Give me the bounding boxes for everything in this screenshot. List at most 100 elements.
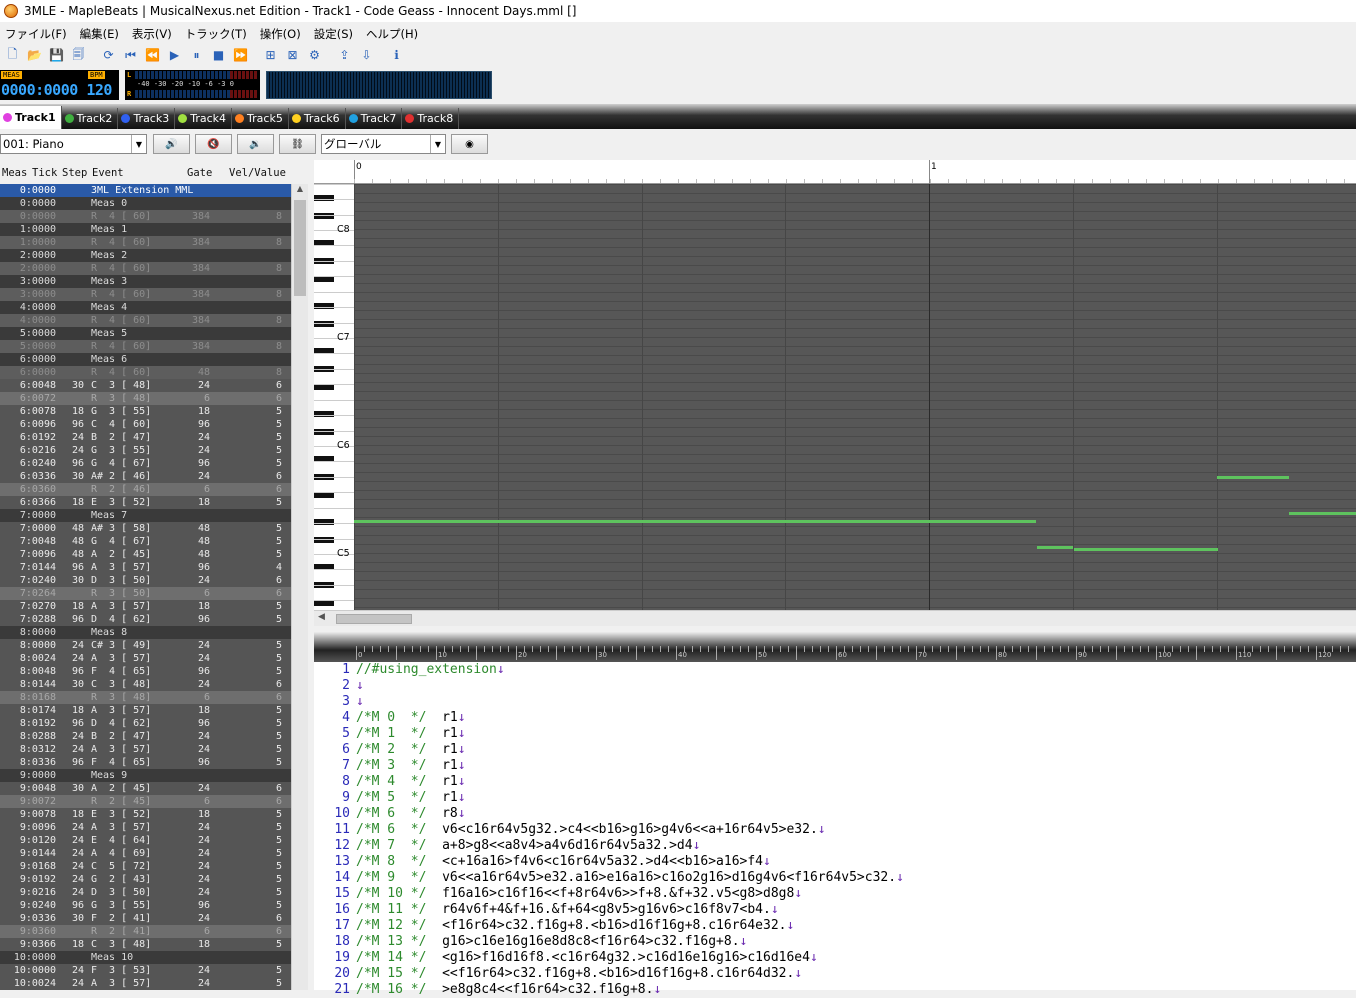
note-bar[interactable] — [354, 520, 1036, 523]
event-row[interactable]: 8:0000 Meas 8 — [0, 626, 291, 639]
event-row[interactable]: 6:0000 Meas 6 — [0, 353, 291, 366]
mml-editor[interactable]: 0 10 20 30 40 50 60 70 80 90 100 110 120 1 //#using_e… — [314, 632, 1356, 997]
event-row[interactable]: 3:0000 Meas 3 — [0, 275, 291, 288]
code-line[interactable]: 9 /*M 5 */ r1↓ — [314, 790, 1356, 806]
rewind-icon[interactable]: ⏪ — [143, 46, 162, 65]
menu-item-4[interactable]: 操作(O) — [255, 26, 309, 42]
mml-export-icon[interactable]: ⇪ — [335, 46, 354, 65]
menu-item-1[interactable]: 編集(E) — [75, 26, 127, 42]
code-line[interactable]: 12 /*M 7 */ a+8>g8<<a8v4>a4v6d16r64v5a32.… — [314, 838, 1356, 854]
code-line[interactable]: 21 /*M 16 */ >e8g8c4<<f16r64>c32.f16g+8.↓ — [314, 982, 1356, 998]
delete-track-icon[interactable]: ⊠ — [283, 46, 302, 65]
fast-forward-icon[interactable]: ⏩ — [231, 46, 250, 65]
event-row[interactable]: 9:0336 30 F 2 [ 41] 24 6 — [0, 912, 291, 925]
event-row[interactable]: 2:0000 Meas 2 — [0, 249, 291, 262]
piano-keyboard[interactable]: C8 C7 C6 C5 — [314, 184, 354, 610]
code-line[interactable]: 8 /*M 4 */ r1↓ — [314, 774, 1356, 790]
event-row[interactable]: 7:0096 48 A 2 [ 45] 48 5 — [0, 548, 291, 561]
event-row[interactable]: 6:0366 18 E 3 [ 52] 18 5 — [0, 496, 291, 509]
event-row[interactable]: 7:0048 48 G 4 [ 67] 48 5 — [0, 535, 291, 548]
event-row[interactable]: 9:0240 96 G 3 [ 55] 96 5 — [0, 899, 291, 912]
measure-ruler[interactable]: 01 — [314, 160, 1356, 184]
event-row[interactable]: 6:0216 24 G 3 [ 55] 24 5 — [0, 444, 291, 457]
event-row[interactable]: 8:0288 24 B 2 [ 47] 24 5 — [0, 730, 291, 743]
event-row[interactable]: 6:0336 30 A# 2 [ 46] 24 6 — [0, 470, 291, 483]
event-row[interactable]: 7:0000 48 A# 3 [ 58] 48 5 — [0, 522, 291, 535]
event-row[interactable]: 8:0024 24 A 3 [ 57] 24 5 — [0, 652, 291, 665]
event-row[interactable]: 8:0000 24 C# 3 [ 49] 24 5 — [0, 639, 291, 652]
code-line[interactable]: 18 /*M 13 */ g16>c16e16g16e8d8c8<f16r64>c… — [314, 934, 1356, 950]
code-line[interactable]: 13 /*M 8 */ <c+16a16>f4v6<c16r64v5a32.>d4… — [314, 854, 1356, 870]
event-row[interactable]: 7:0288 96 D 4 [ 62] 96 5 — [0, 613, 291, 626]
code-line[interactable]: 4 /*M 0 */ r1↓ — [314, 710, 1356, 726]
event-row[interactable]: 6:0078 18 G 3 [ 55] 18 5 — [0, 405, 291, 418]
scope-select[interactable]: グローバル ▼ — [321, 134, 446, 154]
event-row[interactable]: 10:0024 24 A 3 [ 57] 24 5 — [0, 977, 291, 990]
event-row[interactable]: 9:0078 18 E 3 [ 52] 18 5 — [0, 808, 291, 821]
event-row[interactable]: 3:0000 R 4 [ 60] 384 8 — [0, 288, 291, 301]
event-row[interactable]: 5:0000 R 4 [ 60] 384 8 — [0, 340, 291, 353]
instrument-select[interactable]: 001: Piano ▼ — [0, 134, 147, 154]
code-line[interactable]: 5 /*M 1 */ r1↓ — [314, 726, 1356, 742]
tab-track8[interactable]: Track8 — [402, 108, 460, 129]
event-row[interactable]: 0:0000 3ML Extension MML — [0, 184, 291, 197]
code-line[interactable]: 17 /*M 12 */ <f16r64>c32.f16g+8.<b16>d16f… — [314, 918, 1356, 934]
event-row[interactable]: 8:0168 R 3 [ 48] 6 6 — [0, 691, 291, 704]
tab-track1[interactable]: Track1 — [0, 106, 62, 129]
event-row[interactable]: 6:0000 R 4 [ 60] 48 8 — [0, 366, 291, 379]
info-icon[interactable]: ℹ — [387, 46, 406, 65]
event-row[interactable]: 9:0192 24 G 2 [ 43] 24 5 — [0, 873, 291, 886]
code-area[interactable]: 1//#using_extension↓ 2 ↓ 3 ↓ 4/*M 0 */ r1↓ 5/*… — [314, 662, 1356, 997]
scroll-thumb[interactable] — [294, 200, 306, 296]
code-line[interactable]: 15 /*M 10 */ f16a16>c16f16<<f+8r64v6>>f+8… — [314, 886, 1356, 902]
open-folder-icon[interactable]: 📂 — [25, 46, 44, 65]
save-all-icon[interactable]: 🗐 — [69, 46, 88, 65]
event-row[interactable]: 8:0048 96 F 4 [ 65] 96 5 — [0, 665, 291, 678]
event-list[interactable]: 0:0000 3ML Extension MML 0:0000 Meas 0 0:000… — [0, 184, 291, 990]
save-icon[interactable]: 💾 — [47, 46, 66, 65]
speaker-icon[interactable]: 🔊 — [153, 134, 190, 154]
event-row[interactable]: 4:0000 Meas 4 — [0, 301, 291, 314]
event-row[interactable]: 10:0000 24 F 3 [ 53] 24 5 — [0, 964, 291, 977]
event-list-scrollbar[interactable]: ▲ — [291, 184, 308, 990]
note-grid[interactable] — [354, 184, 1356, 610]
event-row[interactable]: 10:0000 Meas 10 — [0, 951, 291, 964]
menu-item-5[interactable]: 設定(S) — [309, 26, 361, 42]
event-row[interactable]: 9:0120 24 E 4 [ 64] 24 5 — [0, 834, 291, 847]
event-row[interactable]: 1:0000 Meas 1 — [0, 223, 291, 236]
tab-track2[interactable]: Track2 — [62, 108, 119, 129]
piano-roll[interactable]: 01 C8 C7 C6 C5 ◀ — [314, 160, 1356, 626]
event-row[interactable]: 0:0000 Meas 0 — [0, 197, 291, 210]
add-track-icon[interactable]: ⊞ — [261, 46, 280, 65]
event-row[interactable]: 7:0144 96 A 3 [ 57] 96 4 — [0, 561, 291, 574]
event-row[interactable]: 6:0360 R 2 [ 46] 6 6 — [0, 483, 291, 496]
event-row[interactable]: 8:0192 96 D 4 [ 62] 96 5 — [0, 717, 291, 730]
scroll-thumb[interactable] — [336, 614, 412, 624]
track-settings-icon[interactable]: ⚙ — [305, 46, 324, 65]
event-row[interactable]: 9:0216 24 D 3 [ 50] 24 5 — [0, 886, 291, 899]
event-row[interactable]: 7:0000 Meas 7 — [0, 509, 291, 522]
event-row[interactable]: 7:0270 18 A 3 [ 57] 18 5 — [0, 600, 291, 613]
event-row[interactable]: 1:0000 R 4 [ 60] 384 8 — [0, 236, 291, 249]
event-row[interactable]: 8:0174 18 A 3 [ 57] 18 5 — [0, 704, 291, 717]
code-line[interactable]: 7 /*M 3 */ r1↓ — [314, 758, 1356, 774]
tab-track7[interactable]: Track7 — [346, 108, 403, 129]
event-row[interactable]: 8:0312 24 A 3 [ 57] 24 5 — [0, 743, 291, 756]
horizontal-scrollbar[interactable]: ◀ — [314, 610, 1356, 626]
menu-item-0[interactable]: ファイル(F) — [0, 26, 75, 42]
play-icon[interactable]: ▶ — [165, 46, 184, 65]
code-line[interactable]: 1 //#using_extension↓ — [314, 662, 1356, 678]
event-row[interactable]: 6:0240 96 G 4 [ 67] 96 5 — [0, 457, 291, 470]
event-row[interactable]: 2:0000 R 4 [ 60] 384 8 — [0, 262, 291, 275]
note-bar[interactable] — [1074, 548, 1218, 551]
event-row[interactable]: 4:0000 R 4 [ 60] 384 8 — [0, 314, 291, 327]
event-row[interactable]: 5:0000 Meas 5 — [0, 327, 291, 340]
code-line[interactable]: 10 /*M 6 */ r8↓ — [314, 806, 1356, 822]
note-bar[interactable] — [1289, 512, 1356, 515]
event-row[interactable]: 8:0144 30 C 3 [ 48] 24 6 — [0, 678, 291, 691]
event-row[interactable]: 9:0366 18 C 3 [ 48] 18 5 — [0, 938, 291, 951]
event-row[interactable]: 6:0072 R 3 [ 48] 6 6 — [0, 392, 291, 405]
event-row[interactable]: 0:0000 R 4 [ 60] 384 8 — [0, 210, 291, 223]
event-row[interactable]: 9:0144 24 A 4 [ 69] 24 5 — [0, 847, 291, 860]
mute-icon[interactable]: 🔇 — [195, 134, 232, 154]
